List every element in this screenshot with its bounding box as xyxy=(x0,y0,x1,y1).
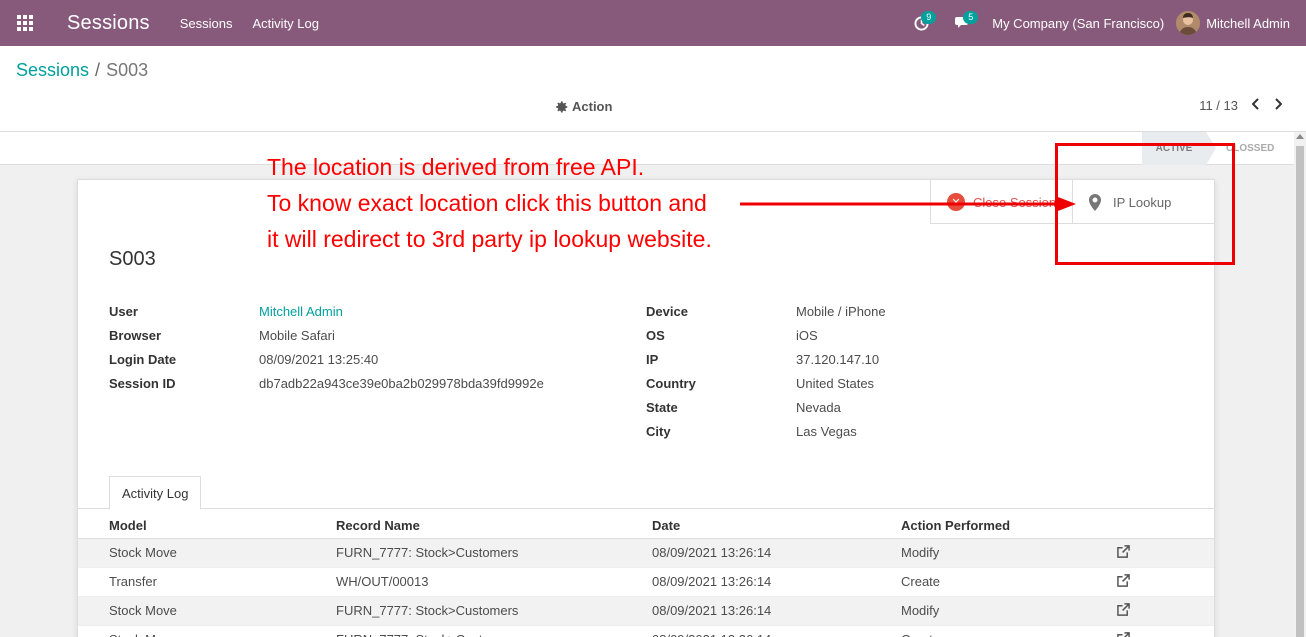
action-label: Action xyxy=(572,99,613,114)
activity-log-table: Model Record Name Date Action Performed … xyxy=(78,513,1214,637)
tab-activity-log[interactable]: Activity Log xyxy=(109,476,202,510)
table-header-row: Model Record Name Date Action Performed xyxy=(78,513,1214,539)
activity-clock-icon[interactable]: 9 xyxy=(906,0,937,46)
table-row[interactable]: Stock Move FURN_7777: Stock>Customers 08… xyxy=(78,537,1214,567)
column-header-record-name[interactable]: Record Name xyxy=(336,513,652,539)
apps-menu-icon[interactable] xyxy=(0,0,50,46)
pager-value[interactable]: 11 / 13 xyxy=(1199,98,1238,113)
user-value-link[interactable]: Mitchell Admin xyxy=(259,304,343,319)
annotation-line: The location is derived from free API. xyxy=(267,154,645,180)
session-id-label: Session ID xyxy=(109,376,176,391)
column-header-model[interactable]: Model xyxy=(78,513,336,539)
breadcrumb-current: S003 xyxy=(106,60,149,80)
scrollbar-thumb[interactable] xyxy=(1296,146,1304,637)
external-link-icon[interactable] xyxy=(1117,624,1214,637)
breadcrumb-separator: / xyxy=(95,60,101,80)
session-id-value: db7adb22a943ce39e0ba2b029978bda39fd9992e xyxy=(259,376,544,391)
user-menu[interactable]: Mitchell Admin xyxy=(1176,11,1290,35)
state-value: Nevada xyxy=(796,400,841,415)
state-label: State xyxy=(646,400,678,415)
app-brand[interactable]: Sessions xyxy=(67,12,150,35)
login-date-value: 08/09/2021 13:25:40 xyxy=(259,352,379,367)
cell-action: Modify xyxy=(901,537,1117,567)
gear-icon xyxy=(556,100,568,113)
messages-chat-icon[interactable]: 5 xyxy=(948,0,979,46)
notebook-tabs: Activity Log xyxy=(78,476,1214,510)
country-label: Country xyxy=(646,376,696,391)
cell-record-name: FURN_7777: Stock>Customers xyxy=(336,595,652,625)
table-row[interactable]: Stock Move FURN_7777: Stock>Customers 08… xyxy=(78,624,1214,637)
pager: 11 / 13 xyxy=(1199,98,1283,113)
city-label: City xyxy=(646,424,671,439)
annotation-highlight-box xyxy=(1055,143,1235,265)
table-row[interactable]: Stock Move FURN_7777: Stock>Customers 08… xyxy=(78,595,1214,625)
column-header-date[interactable]: Date xyxy=(652,513,901,539)
annotation-line: it will redirect to 3rd party ip lookup … xyxy=(267,226,712,252)
login-date-label: Login Date xyxy=(109,352,177,367)
activity-badge: 9 xyxy=(921,11,937,24)
messages-badge: 5 xyxy=(963,11,979,24)
ip-value: 37.120.147.10 xyxy=(796,352,880,367)
control-panel: Sessions / S003 Action 11 / 13 xyxy=(0,46,1306,132)
browser-value: Mobile Safari xyxy=(259,328,335,343)
top-navbar: Sessions Sessions Activity Log 9 5 My Co… xyxy=(0,0,1306,46)
column-header-action-performed[interactable]: Action Performed xyxy=(901,513,1117,539)
os-label: OS xyxy=(646,328,665,343)
os-value: iOS xyxy=(796,328,818,343)
cell-model: Stock Move xyxy=(78,624,336,637)
annotation-text: The location is derived from free API. T… xyxy=(267,149,712,257)
cell-action: Create xyxy=(901,624,1117,637)
cell-record-name: WH/OUT/00013 xyxy=(336,566,652,596)
pager-next-icon[interactable] xyxy=(1274,98,1283,113)
cell-model: Stock Move xyxy=(78,595,336,625)
record-title: S003 xyxy=(109,248,156,270)
annotation-arrow-icon xyxy=(740,197,1076,211)
table-row[interactable]: Transfer WH/OUT/00013 08/09/2021 13:26:1… xyxy=(78,566,1214,596)
cell-action: Create xyxy=(901,566,1117,596)
device-value: Mobile / iPhone xyxy=(796,304,886,319)
column-header-open xyxy=(1117,513,1214,539)
nav-menu-sessions[interactable]: Sessions xyxy=(180,16,233,31)
cell-record-name: FURN_7777: Stock>Customers xyxy=(336,537,652,567)
cell-model: Stock Move xyxy=(78,537,336,567)
cell-record-name: FURN_7777: Stock>Customers xyxy=(336,624,652,637)
external-link-icon[interactable] xyxy=(1117,537,1214,567)
city-value: Las Vegas xyxy=(796,424,857,439)
user-label: User xyxy=(109,304,138,319)
device-label: Device xyxy=(646,304,688,319)
cell-date: 08/09/2021 13:26:14 xyxy=(652,566,901,596)
pager-previous-icon[interactable] xyxy=(1251,98,1260,113)
external-link-icon[interactable] xyxy=(1117,595,1214,625)
breadcrumb-parent-link[interactable]: Sessions xyxy=(16,60,89,80)
country-value: United States xyxy=(796,376,875,391)
ip-label: IP xyxy=(646,352,659,367)
breadcrumb: Sessions / S003 xyxy=(16,60,148,81)
cell-action: Modify xyxy=(901,595,1117,625)
action-dropdown-button[interactable]: Action xyxy=(556,99,612,114)
cell-date: 08/09/2021 13:26:14 xyxy=(652,595,901,625)
external-link-icon[interactable] xyxy=(1117,566,1214,596)
cell-date: 08/09/2021 13:26:14 xyxy=(652,624,901,637)
annotation-line: To know exact location click this button… xyxy=(267,190,707,216)
browser-label: Browser xyxy=(109,328,162,343)
cell-model: Transfer xyxy=(78,566,336,596)
vertical-scrollbar[interactable] xyxy=(1294,132,1306,637)
cell-date: 08/09/2021 13:26:14 xyxy=(652,537,901,567)
user-name: Mitchell Admin xyxy=(1206,15,1290,31)
nav-menu-activity-log[interactable]: Activity Log xyxy=(253,16,319,31)
company-switcher[interactable]: My Company (San Francisco) xyxy=(992,16,1164,31)
scroll-up-arrow-icon[interactable] xyxy=(1296,134,1304,139)
user-avatar xyxy=(1176,11,1201,35)
